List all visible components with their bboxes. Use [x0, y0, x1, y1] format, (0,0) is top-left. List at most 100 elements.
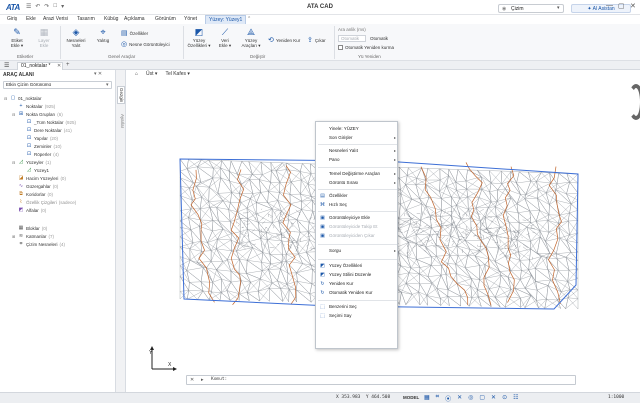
- context-menu-item[interactable]: ▣ Görüntüleyiciden Çıkar: [316, 232, 399, 240]
- command-close-icon[interactable]: ✕: [190, 377, 194, 383]
- tree-drawing[interactable]: ⊟ ▢ 01_noktalar: [4, 95, 42, 102]
- add-tab-icon[interactable]: +: [66, 62, 70, 68]
- document-tab[interactable]: 01_noktalar * ✕: [17, 62, 63, 70]
- tree-grounds[interactable]: ⊡ Zeminler (10): [20, 143, 62, 150]
- visual-style-dropdown[interactable]: Tel Kafes ▾: [165, 71, 189, 77]
- collapse-icon[interactable]: ⊟: [12, 160, 16, 165]
- tree-drawing-objects[interactable]: ⌗ Çizim Nesneleri (4): [12, 241, 65, 248]
- context-menu-item[interactable]: ▣ Görüntüleyicide Takip Et: [316, 223, 399, 231]
- tree-surfaces[interactable]: ⊟ ◿ Yüzeyler (1): [12, 159, 51, 166]
- context-menu-item[interactable]: ▣ Görüntüleyiciye Ekle: [316, 214, 399, 222]
- tree-surface1[interactable]: ◿ Yüzey1: [20, 167, 49, 174]
- tab-close-icon[interactable]: ✕: [57, 63, 61, 70]
- otrack-icon[interactable]: ▢: [479, 394, 485, 403]
- osnap-icon[interactable]: ◎: [468, 394, 473, 403]
- context-menu-item[interactable]: ⬚ Benzerini Seç: [316, 303, 399, 311]
- tree-creek-points[interactable]: ⊡ Dere Noktalar (41): [20, 127, 72, 134]
- tab-navigator[interactable]: Gezgin: [117, 86, 125, 104]
- home-icon[interactable]: ⌂: [135, 71, 138, 77]
- ribbon-collapse-icon[interactable]: ⌃: [247, 16, 251, 22]
- context-menu-item[interactable]: ↻ Yeniden Kur: [316, 280, 399, 288]
- tree-all-points[interactable]: ⊡ _Tüm Noktalar (925): [20, 119, 76, 126]
- layer-add-button[interactable]: ▦ Layer Ekle: [33, 27, 55, 48]
- auto-rebuild-checkbox[interactable]: Otomatik Yeniden kurma: [338, 45, 394, 50]
- surface-tools-button[interactable]: ⟁ Yüzey Araçları ▾: [238, 27, 264, 48]
- context-menu-item[interactable]: ▤ Özellikler: [316, 192, 399, 200]
- view-name-dropdown[interactable]: Üst ▾: [146, 71, 157, 77]
- tree-volume-surfaces[interactable]: ◪ Hacim Yüzeyleri (0): [12, 175, 66, 182]
- workspace-icon[interactable]: ☷: [513, 394, 518, 403]
- tree-label: Nokta Grupları: [26, 112, 56, 117]
- tree-point-groups[interactable]: ⊟ ⊞ Nokta Grupları (6): [12, 111, 63, 118]
- surface-properties-button[interactable]: ◩ Yüzey Özellikleri ▾: [186, 27, 212, 48]
- collapse-icon[interactable]: ⊟: [4, 96, 8, 101]
- context-menu-item[interactable]: ◩ Yüzey Stilini Düzenle: [316, 271, 399, 279]
- collapse-icon[interactable]: ⊟: [12, 112, 16, 117]
- context-menu-item[interactable]: Pano ▸: [316, 156, 399, 164]
- tab-kubug[interactable]: Kübüg: [104, 16, 118, 22]
- tree-points[interactable]: + Noktalar (925): [12, 103, 56, 110]
- context-menu-item[interactable]: ⌘ Hızlı Seç: [316, 201, 399, 209]
- close-icon[interactable]: ✕: [630, 2, 636, 10]
- tree-layers[interactable]: ⊞ ≋ Katmanlar (7): [12, 233, 54, 240]
- context-menu-item[interactable]: Sorgu ▸: [316, 247, 399, 255]
- object-viewer-button[interactable]: ◎ Nesne Görüntüleyici: [121, 40, 170, 48]
- navigation-wheel-icon[interactable]: [628, 84, 640, 120]
- tree-alphas[interactable]: ◩ Alfalar (0): [12, 207, 47, 214]
- context-menu-item[interactable]: Nesneleri Yalıt ▸: [316, 147, 399, 155]
- ortho-icon[interactable]: ⦿: [445, 394, 451, 403]
- tab-yuzey-context[interactable]: Yüzey: Yüzey1: [205, 15, 247, 24]
- command-input[interactable]: Komut:: [211, 377, 561, 384]
- interval-input[interactable]: Otomatik: [338, 35, 366, 42]
- menu-item-icon: [319, 135, 326, 141]
- tree-blocks[interactable]: ▦ Bloklar (0): [12, 225, 48, 232]
- snap-icon[interactable]: ⌗: [436, 394, 439, 403]
- tab-yonet[interactable]: Yönet: [184, 16, 197, 22]
- context-menu-item[interactable]: ↻ Otomatik Yeniden Kur: [316, 289, 399, 297]
- polar-icon[interactable]: ✕: [457, 394, 462, 403]
- panel-controls[interactable]: ▾ ✕: [94, 71, 102, 77]
- tree-benchmarks[interactable]: ⊡ Röperler (4): [20, 151, 59, 158]
- context-menu-item[interactable]: ◩ Yüzey Özellikleri: [316, 262, 399, 270]
- context-menu-item[interactable]: Son Girişler ▸: [316, 134, 399, 142]
- title-bar: ATA ☰ ↶ ↷ □ ▾ ATA CAD ◉ Çizim ▾ ✦ Al Asi…: [0, 0, 640, 15]
- account-dropdown[interactable]: ◉ Çizim ▾: [498, 4, 564, 13]
- model-space-button[interactable]: MODEL: [403, 395, 419, 400]
- tree-label: Röperler: [34, 152, 52, 157]
- grid-icon[interactable]: ▦: [424, 394, 430, 403]
- lineweight-icon[interactable]: ⊙: [502, 394, 507, 403]
- tab-giris[interactable]: Giriş: [7, 16, 17, 22]
- context-menu-item[interactable]: Görüntü Sırası ▸: [316, 179, 399, 187]
- tab-aciklama[interactable]: Açıklama: [124, 16, 145, 22]
- auto-mode-label[interactable]: Otomatik: [370, 36, 388, 41]
- minimize-icon[interactable]: —: [606, 2, 613, 9]
- tab-settings[interactable]: Ayarlar: [117, 112, 125, 130]
- tree-corridors[interactable]: ⧉ Koridorlar (0): [12, 191, 53, 198]
- isolate-button[interactable]: ⌖ Yalıtıg: [92, 27, 114, 43]
- maximize-icon[interactable]: ▢: [618, 2, 625, 10]
- menu-item-label: Görüntüleyicide Takip Et: [329, 224, 378, 229]
- hamburger-icon[interactable]: ☰: [4, 62, 9, 69]
- isolate-objects-button[interactable]: ◈ Nesneleri Yalıt: [64, 27, 88, 48]
- context-menu-item[interactable]: Temel Değiştirme Araçları ▸: [316, 170, 399, 178]
- checkbox-box[interactable]: [338, 45, 343, 50]
- expand-icon[interactable]: ⊞: [12, 234, 16, 239]
- tab-tasarim[interactable]: Tasarım: [77, 16, 95, 22]
- label-add-button[interactable]: ✎ Etiket Ekle ▾: [5, 27, 29, 48]
- view-select[interactable]: Etkin Çizim Görünümü ▾: [3, 81, 112, 89]
- properties-button[interactable]: ▤ Özellikler: [121, 29, 148, 37]
- tree-structures[interactable]: ⊡ Yapılar (20): [20, 135, 58, 142]
- add-data-button[interactable]: ⟋ Veri Ekle ▾: [214, 27, 236, 48]
- context-menu-item[interactable]: Yinele: YÜZEY: [316, 125, 399, 133]
- tab-gorunum[interactable]: Görünüm: [155, 16, 176, 22]
- rebuild-button[interactable]: ⟲ Yeniden Kur: [268, 36, 300, 44]
- annotation-scale[interactable]: 1:1000: [608, 395, 624, 400]
- tab-arazi-verisi[interactable]: Arazi Verisi: [43, 16, 68, 22]
- dyn-icon[interactable]: ✕: [491, 394, 496, 403]
- tab-ekle[interactable]: Ekle: [26, 16, 36, 22]
- tree-feature-lines[interactable]: ⌇ Özellik Çizgileri (sadece): [12, 199, 77, 206]
- context-menu-item[interactable]: ⬚ Seçimi Say: [316, 312, 399, 320]
- extract-button[interactable]: ⇪ Çıkar: [307, 36, 326, 44]
- menu-item-label: Yeniden Kur: [329, 281, 354, 286]
- tree-alignments[interactable]: ∿ Güzergahlar (0): [12, 183, 58, 190]
